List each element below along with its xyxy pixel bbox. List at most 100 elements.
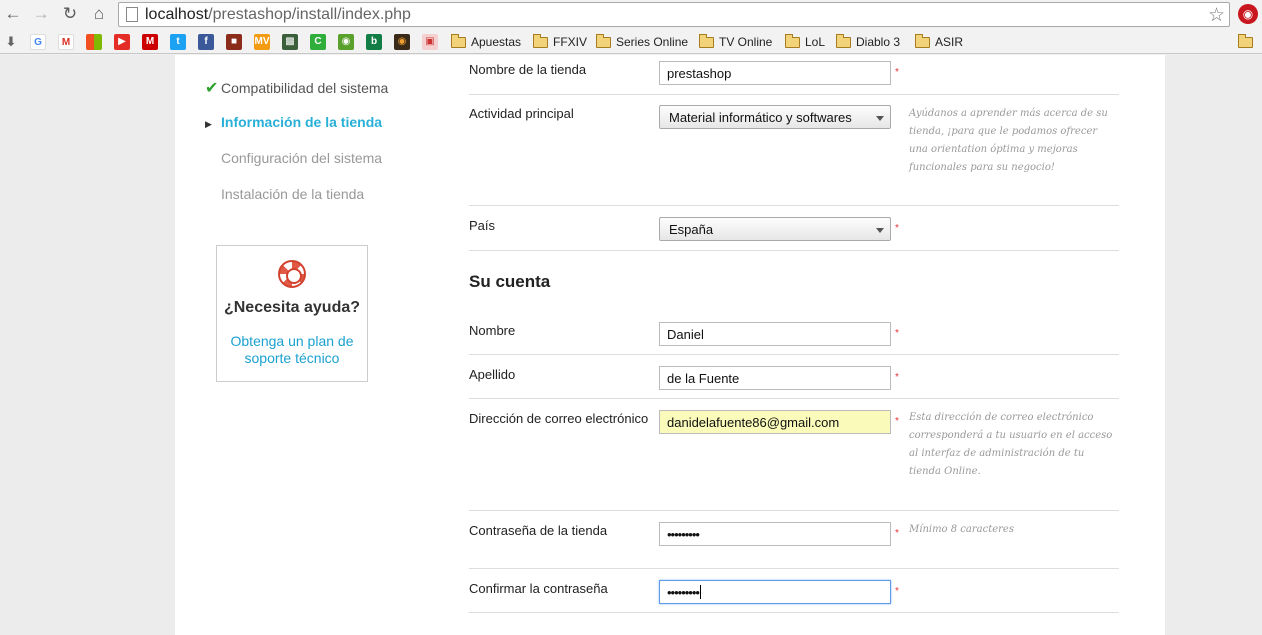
reload-icon[interactable]: ↻ (59, 4, 81, 24)
first-name-input[interactable]: Daniel (659, 322, 891, 346)
folder-icon (533, 33, 548, 48)
step-store-info: ▶ Información de la tienda (205, 114, 382, 134)
other-bookmarks-folder[interactable] (1238, 33, 1258, 51)
forward-icon[interactable]: → (30, 4, 52, 24)
dropdown-arrow-icon (876, 228, 884, 233)
last-name-row: Apellido de la Fuente * (469, 355, 1119, 399)
confirm-password-label: Confirmar la contraseña (469, 581, 608, 596)
checkmark-icon: ✔ (205, 80, 219, 97)
activity-hint: Ayúdanos a aprender más acerca de su tie… (909, 108, 1108, 173)
activity-row: Actividad principal Material informático… (469, 95, 1119, 206)
page: ✔ Compatibilidad del sistema ▶ Información… (0, 55, 1262, 635)
bookmarks-bar: ⬇ G M ▶ M t f ■ MV ▩ C ◉ b ◉ ▣ Apuestas … (0, 30, 1262, 54)
store-name-row: Nombre de la tienda prestashop * (469, 55, 1119, 95)
site-icon-1[interactable]: ■ (226, 34, 242, 50)
apps-arrow-icon[interactable]: ⬇ (3, 34, 19, 50)
address-bar[interactable]: localhost/prestashop/install/index.php ☆ (118, 2, 1230, 27)
first-name-row: Nombre Daniel * (469, 311, 1119, 355)
folder-icon (596, 33, 611, 48)
password-row: Contraseña de la tienda ••••••••• * Míni… (469, 511, 1119, 569)
folder-icon (836, 33, 851, 48)
last-name-input[interactable]: de la Fuente (659, 366, 891, 390)
step-compatibility: ✔ Compatibilidad del sistema (205, 78, 388, 98)
confirm-password-value: ••••••••• (667, 585, 700, 600)
bookmark-folder-lol[interactable]: LoL (785, 33, 825, 51)
country-label: País (469, 218, 496, 233)
google-icon[interactable]: G (30, 34, 46, 50)
dropdown-arrow-icon (876, 116, 884, 121)
bookmark-label: TV Online (719, 35, 773, 49)
required-mark: * (895, 328, 899, 339)
site-icon-3[interactable]: ◉ (338, 34, 354, 50)
folder-icon (1238, 33, 1253, 48)
facebook-icon[interactable]: f (198, 34, 214, 50)
home-icon[interactable]: ⌂ (88, 4, 110, 24)
required-mark: * (895, 528, 899, 539)
step-label: Compatibilidad del sistema (221, 80, 389, 96)
email-input[interactable]: danidelafuente86@gmail.com (659, 410, 891, 434)
email-row: Dirección de correo electrónico danidela… (469, 399, 1119, 511)
store-name-label: Nombre de la tienda (469, 62, 587, 77)
extension-icon[interactable]: ◉ (1238, 4, 1258, 24)
bookmark-label: LoL (805, 35, 826, 49)
bookmark-label: Diablo 3 (856, 35, 901, 49)
c-icon[interactable]: C (310, 34, 326, 50)
confirm-password-row: Confirmar la contraseña ••••••••• * (469, 569, 1119, 613)
step-store-install: Instalación de la tienda (205, 186, 364, 206)
bookmark-folder-series-online[interactable]: Series Online (596, 33, 688, 51)
bookmark-folder-tv-online[interactable]: TV Online (699, 33, 772, 51)
folder-icon (451, 33, 466, 48)
folder-icon (785, 33, 800, 48)
text-caret (699, 585, 701, 599)
last-name-label: Apellido (469, 367, 516, 382)
folder-icon (699, 33, 714, 48)
store-name-input[interactable]: prestashop (659, 61, 891, 85)
page-icon (126, 7, 138, 22)
email-label: Dirección de correo electrónico (469, 411, 649, 426)
bookmark-folder-ffxiv[interactable]: FFXIV (533, 33, 587, 51)
mv-icon[interactable]: MV (254, 34, 270, 50)
bookmark-folder-diablo-3[interactable]: Diablo 3 (836, 33, 900, 51)
site-icon-2[interactable]: ▩ (282, 34, 298, 50)
help-title: ¿Necesita ayuda? (223, 299, 361, 316)
step-label: Información de la tienda (221, 114, 383, 130)
bet365-icon[interactable]: b (366, 34, 382, 50)
help-box: ¿Necesita ayuda? Obtenga un plan de sopo… (216, 245, 368, 382)
back-icon[interactable]: ← (2, 4, 24, 24)
support-plan-link[interactable]: Obtenga un plan de soporte técnico (225, 333, 359, 367)
step-label: Configuración del sistema (221, 150, 383, 166)
country-select[interactable]: España (659, 217, 891, 241)
country-selected: España (669, 222, 714, 237)
youtube-icon[interactable]: ▶ (114, 34, 130, 50)
twitter-icon[interactable]: t (170, 34, 186, 50)
url-path: /prestashop/install/index.php (208, 6, 411, 23)
arrow-right-icon: ▶ (205, 119, 212, 129)
url-host: localhost (145, 6, 209, 23)
bookmark-label: Apuestas (471, 35, 522, 49)
required-mark: * (895, 372, 899, 383)
activity-select[interactable]: Material informático y softwares (659, 105, 891, 129)
confirm-password-input[interactable]: ••••••••• (659, 580, 891, 604)
bookmark-star-icon[interactable]: ☆ (1208, 4, 1225, 27)
account-section-title: Su cuenta (469, 272, 551, 291)
required-mark: * (895, 586, 899, 597)
email-hint: Esta dirección de correo electrónico cor… (909, 412, 1113, 477)
gmail-icon[interactable]: M (58, 34, 74, 50)
bookmark-label: ASIR (935, 35, 964, 49)
marca-icon[interactable]: M (142, 34, 158, 50)
url-text: localhost/prestashop/install/index.php (145, 6, 411, 24)
required-mark: * (895, 223, 899, 234)
bookmark-label: Series Online (616, 35, 689, 49)
activity-selected: Material informático y softwares (669, 110, 852, 125)
site-icon-4[interactable]: ◉ (394, 34, 410, 50)
browser-toolbar: ← → ↻ ⌂ localhost/prestashop/install/ind… (0, 0, 1262, 30)
bookmark-folder-asir[interactable]: ASIR (915, 33, 963, 51)
site-icon-5[interactable]: ▣ (422, 34, 438, 50)
activity-label: Actividad principal (469, 106, 574, 121)
step-label: Instalación de la tienda (221, 186, 365, 202)
password-hint: Mínimo 8 caracteres (909, 524, 1014, 535)
password-input[interactable]: ••••••••• (659, 522, 891, 546)
required-mark: * (895, 67, 899, 78)
bookmark-folder-apuestas[interactable]: Apuestas (451, 33, 521, 51)
microsoft-icon[interactable] (86, 34, 102, 50)
